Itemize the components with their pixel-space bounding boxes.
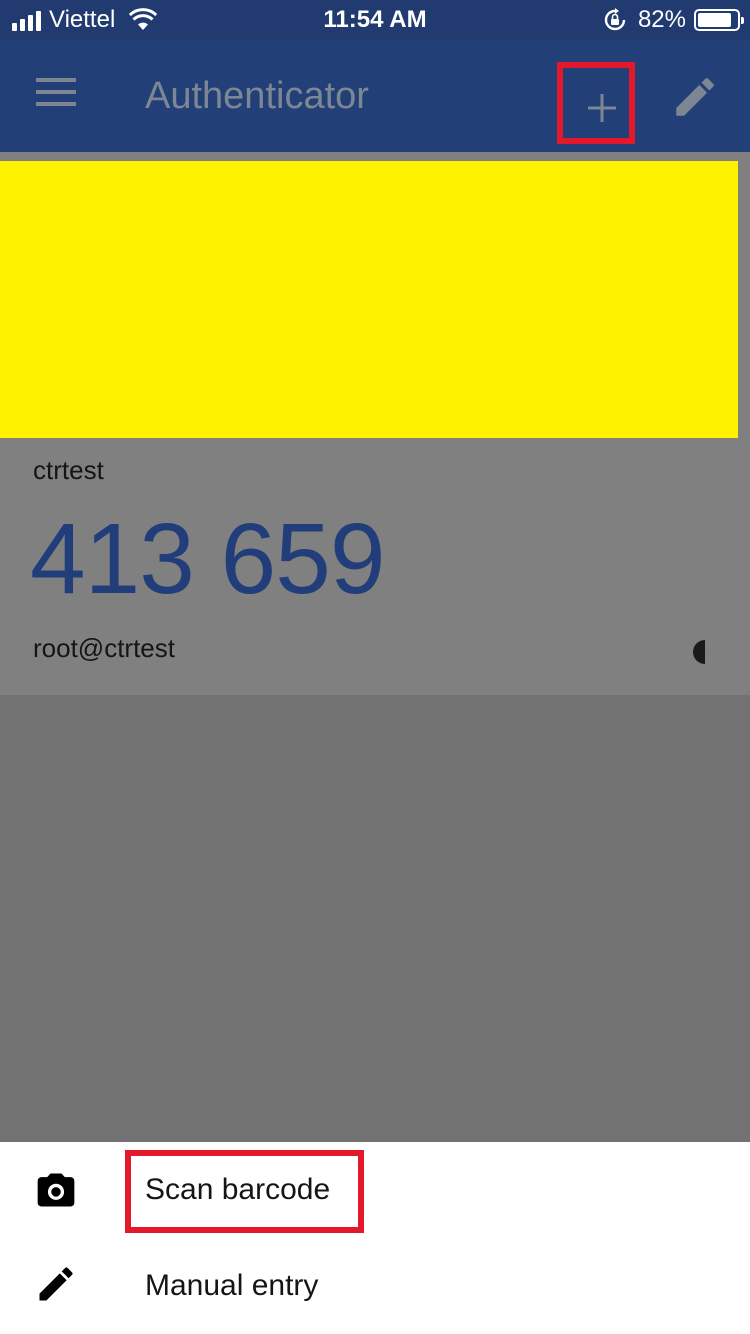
manual-entry-option[interactable]: Manual entry	[0, 1238, 750, 1334]
pencil-icon	[39, 1267, 73, 1301]
battery-percentage: 82%	[637, 6, 686, 33]
add-account-sheet: Scan barcode Manual entry	[0, 1142, 750, 1334]
add-account-button[interactable]	[557, 62, 635, 144]
account-name: root@ctrtest	[33, 633, 175, 663]
account-card[interactable]: ctrtest 413 659 root@ctrtest	[0, 152, 750, 695]
redaction-block	[0, 161, 738, 438]
edit-button[interactable]	[670, 72, 720, 122]
account-issuer: ctrtest	[33, 455, 104, 485]
menu-icon-line	[36, 90, 76, 94]
plus-icon	[588, 94, 616, 122]
app-title: Authenticator	[145, 75, 369, 117]
camera-icon	[37, 1173, 75, 1207]
scan-barcode-label: Scan barcode	[145, 1173, 331, 1206]
manual-entry-label: Manual entry	[145, 1269, 319, 1302]
battery-icon	[694, 9, 744, 31]
status-bar: Viettel 11:54 AM 82%	[0, 0, 750, 40]
otp-code: 413 659	[30, 503, 385, 615]
battery-fill	[698, 13, 731, 27]
menu-button[interactable]	[36, 78, 76, 108]
countdown-icon	[693, 640, 705, 664]
menu-icon-line	[36, 78, 76, 82]
rotation-lock-icon	[604, 8, 626, 31]
menu-icon-line	[36, 102, 76, 106]
battery-cap	[741, 17, 744, 24]
accounts-list: ctrtest 413 659 root@ctrtest	[0, 152, 750, 1142]
app-bar: Authenticator	[0, 40, 750, 152]
status-bar-right: 82%	[602, 6, 744, 34]
scan-barcode-option[interactable]: Scan barcode	[0, 1142, 750, 1238]
